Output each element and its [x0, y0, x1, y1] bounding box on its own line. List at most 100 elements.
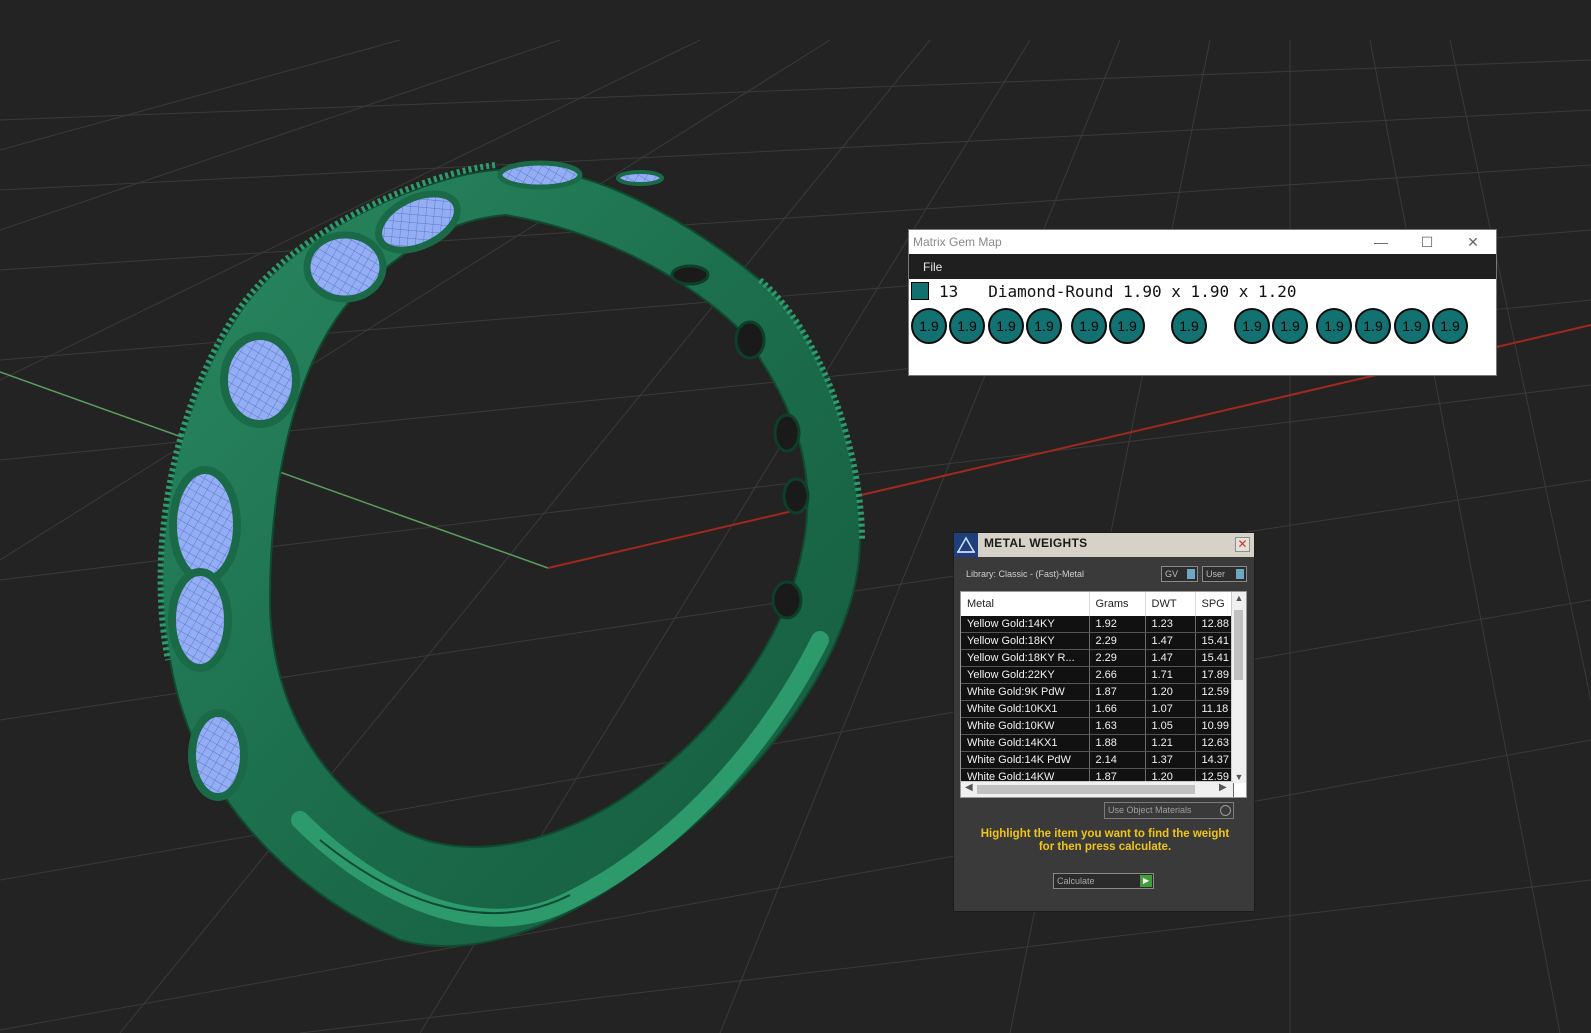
spg-cell: 14.37 — [1195, 751, 1234, 769]
spg-cell: 11.18 — [1195, 700, 1234, 718]
play-icon: ▶ — [1140, 875, 1152, 887]
column-header[interactable]: Grams — [1089, 592, 1146, 616]
grams-cell: 2.66 — [1089, 666, 1146, 684]
metal-name-cell: Yellow Gold:18KY R... — [961, 649, 1090, 667]
spg-cell: 15.41 — [1195, 649, 1234, 667]
table-row[interactable]: Yellow Gold:18KY R... 2.29 1.47 15.41 — [961, 649, 1234, 667]
gem-circle[interactable]: 1.9 — [1026, 308, 1062, 344]
close-button[interactable]: ✕ — [1450, 230, 1496, 254]
dwt-cell: 1.07 — [1145, 700, 1196, 718]
gem-circle[interactable]: 1.9 — [1071, 308, 1107, 344]
gem-circle[interactable]: 1.9 — [1171, 308, 1207, 344]
grams-cell: 1.66 — [1089, 700, 1146, 718]
instruction-line: for then press calculate. — [1038, 841, 1172, 853]
grams-cell: 1.92 — [1089, 616, 1146, 633]
user-toggle[interactable]: User — [1202, 566, 1247, 582]
spg-cell: 12.59 — [1195, 683, 1234, 701]
scroll-right-icon[interactable]: ▶ — [1219, 782, 1227, 793]
table-row[interactable]: White Gold:10KX1 1.66 1.07 11.18 — [961, 700, 1234, 718]
gem-description: Diamond-Round 1.90 x 1.90 x 1.20 — [988, 281, 1297, 301]
metal-table: Metal Grams DWT SPG Yellow Gold:14KY 1.92… — [961, 592, 1234, 797]
metal-weights-title: METAL WEIGHTS — [984, 536, 1088, 550]
gem-circle[interactable]: 1.9 — [949, 308, 985, 344]
gem-circle[interactable]: 1.9 — [1272, 308, 1308, 344]
gem-map-titlebar[interactable]: Matrix Gem Map — ☐ ✕ — [909, 230, 1496, 254]
metal-table-container[interactable]: Metal Grams DWT SPG Yellow Gold:14KY 1.92… — [960, 591, 1247, 798]
dwt-cell: 1.20 — [1145, 683, 1196, 701]
menu-file[interactable]: File — [909, 260, 956, 274]
table-row[interactable]: White Gold:10KW 1.63 1.05 10.99 — [961, 717, 1234, 735]
spg-cell: 10.99 — [1195, 717, 1234, 735]
dwt-cell: 1.47 — [1145, 649, 1196, 667]
gem-circle[interactable]: 1.9 — [911, 308, 947, 344]
column-header[interactable]: SPG — [1195, 592, 1234, 616]
gv-label: GV — [1165, 569, 1179, 579]
gv-toggle[interactable]: GV — [1161, 566, 1198, 582]
horizontal-scrollbar[interactable]: ◀ ▶ — [961, 781, 1233, 797]
grams-cell: 1.87 — [1089, 683, 1146, 701]
dwt-cell: 1.47 — [1145, 632, 1196, 650]
table-header-row: Metal Grams DWT SPG — [961, 592, 1234, 616]
column-header[interactable]: DWT — [1145, 592, 1196, 616]
gem-circle[interactable]: 1.9 — [1394, 308, 1430, 344]
spg-cell: 12.88 — [1195, 616, 1234, 633]
dwt-cell: 1.71 — [1145, 666, 1196, 684]
user-label: User — [1206, 569, 1226, 579]
scroll-down-icon[interactable]: ▼ — [1232, 772, 1246, 782]
3d-viewport[interactable] — [0, 0, 1591, 1033]
column-header[interactable]: Metal — [961, 592, 1090, 616]
table-row[interactable]: White Gold:9K PdW 1.87 1.20 12.59 — [961, 683, 1234, 701]
dwt-cell: 1.37 — [1145, 751, 1196, 769]
use-object-materials-label: Use Object Materials — [1108, 805, 1192, 815]
user-toggle-icon — [1236, 569, 1244, 579]
minimize-button[interactable]: — — [1358, 230, 1404, 254]
use-object-materials-toggle[interactable]: Use Object Materials — [1104, 802, 1234, 819]
scroll-up-icon[interactable]: ▲ — [1232, 593, 1246, 603]
maximize-button[interactable]: ☐ — [1404, 230, 1450, 254]
grams-cell: 2.29 — [1089, 649, 1146, 667]
metal-name-cell: White Gold:9K PdW — [961, 683, 1090, 701]
gem-circle[interactable]: 1.9 — [1432, 308, 1468, 344]
gem-circle[interactable]: 1.9 — [1316, 308, 1352, 344]
library-label: Library: Classic - (Fast)-Metal — [966, 569, 1085, 579]
table-row[interactable]: White Gold:14KX1 1.88 1.21 12.63 — [961, 734, 1234, 752]
gem-map-window[interactable]: Matrix Gem Map — ☐ ✕ File 13 Diamond-Rou… — [909, 230, 1496, 375]
metal-name-cell: White Gold:14K PdW — [961, 751, 1090, 769]
table-row[interactable]: White Gold:14K PdW 2.14 1.37 14.37 — [961, 751, 1234, 769]
dwt-cell: 1.23 — [1145, 616, 1196, 633]
grams-cell: 1.63 — [1089, 717, 1146, 735]
vertical-scrollbar[interactable]: ▲ ▼ — [1231, 592, 1246, 783]
dwt-cell: 1.21 — [1145, 734, 1196, 752]
metal-name-cell: White Gold:14KX1 — [961, 734, 1090, 752]
grams-cell: 1.88 — [1089, 734, 1146, 752]
gem-circle[interactable]: 1.9 — [1355, 308, 1391, 344]
calculate-button[interactable]: Calculate ▶ — [1053, 873, 1154, 889]
metal-name-cell: Yellow Gold:14KY — [961, 616, 1090, 633]
dwt-cell: 1.05 — [1145, 717, 1196, 735]
metal-name-cell: White Gold:10KW — [961, 717, 1090, 735]
metal-table-body: Yellow Gold:14KY 1.92 1.23 12.88 Yellow Gold… — [961, 616, 1234, 797]
metal-weights-header[interactable]: METAL WEIGHTS ✕ — [954, 533, 1254, 557]
table-row[interactable]: Yellow Gold:18KY 2.29 1.47 15.41 — [961, 632, 1234, 650]
gem-color-swatch[interactable] — [911, 282, 929, 300]
metal-weights-panel[interactable]: METAL WEIGHTS ✕ Library: Classic - (Fast… — [953, 532, 1255, 912]
gem-circle[interactable]: 1.9 — [1234, 308, 1270, 344]
scroll-thumb[interactable] — [977, 785, 1195, 794]
instruction-text: Highlight the item you want to find the … — [964, 828, 1246, 854]
gem-circle[interactable]: 1.9 — [988, 308, 1024, 344]
grams-cell: 2.29 — [1089, 632, 1146, 650]
metal-name-cell: Yellow Gold:22KY — [961, 666, 1090, 684]
scale-logo-icon — [954, 533, 978, 557]
table-row[interactable]: Yellow Gold:22KY 2.66 1.71 17.89 — [961, 666, 1234, 684]
spg-cell: 17.89 — [1195, 666, 1234, 684]
scroll-thumb[interactable] — [1234, 610, 1243, 680]
calculate-label: Calculate — [1057, 876, 1095, 886]
scroll-left-icon[interactable]: ◀ — [965, 782, 973, 793]
metal-name-cell: Yellow Gold:18KY — [961, 632, 1090, 650]
gem-circle[interactable]: 1.9 — [1109, 308, 1145, 344]
gem-count: 13 — [939, 281, 959, 301]
table-row[interactable]: Yellow Gold:14KY 1.92 1.23 12.88 — [961, 616, 1234, 633]
close-icon[interactable]: ✕ — [1235, 537, 1250, 552]
gem-map-title: Matrix Gem Map — [913, 235, 1002, 249]
grams-cell: 2.14 — [1089, 751, 1146, 769]
